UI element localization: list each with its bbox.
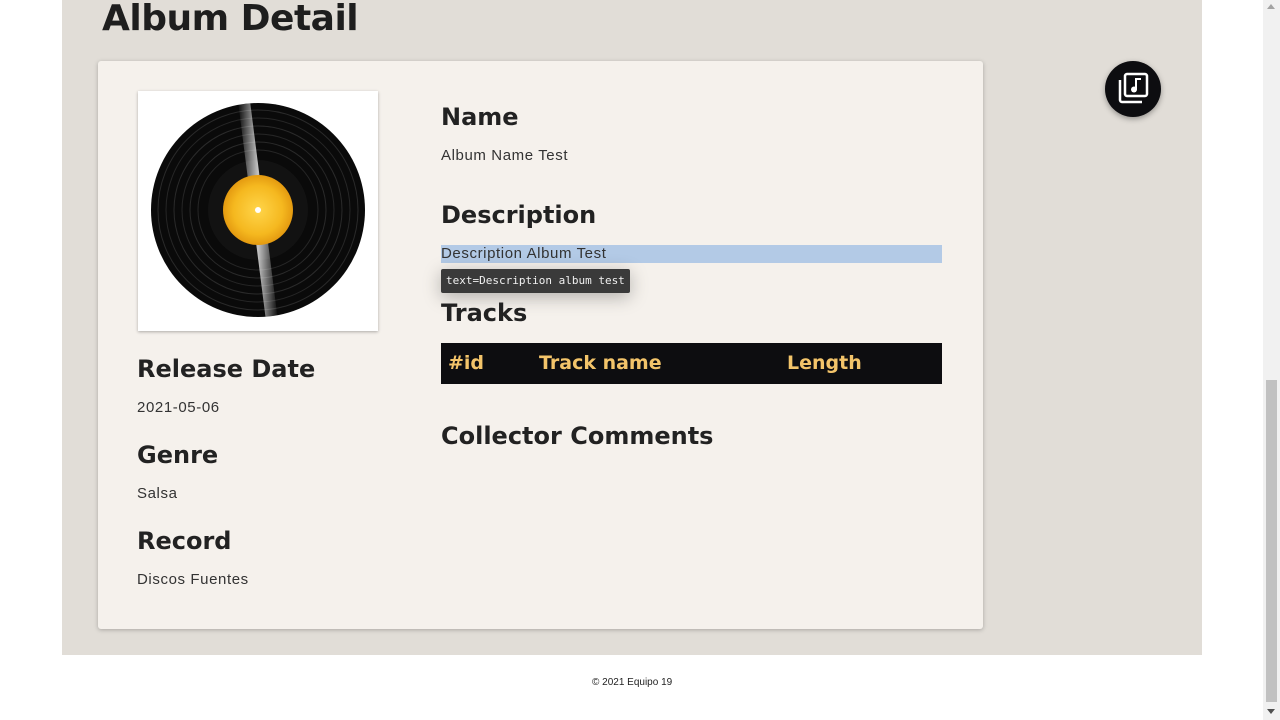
release-date-value: 2021-05-06	[137, 399, 220, 416]
page-title: Album Detail	[102, 0, 359, 39]
album-cover	[138, 91, 378, 331]
record-label: Record	[137, 527, 232, 555]
description-value: Description Album Test	[441, 245, 607, 262]
page-scrollbar[interactable]	[1263, 0, 1280, 720]
scroll-down-arrow-icon[interactable]	[1267, 709, 1275, 714]
tracks-label: Tracks	[441, 299, 528, 327]
column-length[interactable]: Length	[787, 343, 862, 384]
scrollbar-thumb[interactable]	[1266, 380, 1277, 702]
music-library-icon	[1118, 72, 1149, 104]
scroll-up-arrow-icon[interactable]	[1267, 4, 1275, 9]
tracks-table-header: #id Track name Length	[441, 343, 942, 384]
column-id[interactable]: #id	[448, 343, 484, 384]
collector-comments-label: Collector Comments	[441, 422, 714, 450]
genre-label: Genre	[137, 441, 219, 469]
release-date-label: Release Date	[137, 355, 316, 383]
vinyl-record-image	[151, 103, 365, 317]
name-value: Album Name Test	[441, 147, 569, 164]
description-label: Description	[441, 201, 597, 229]
column-track-name[interactable]: Track name	[539, 343, 662, 384]
footer-copyright: © 2021 Equipo 19	[592, 677, 673, 688]
locator-tooltip: text=Description album test	[441, 269, 630, 293]
record-value: Discos Fuentes	[137, 571, 249, 588]
name-label: Name	[441, 103, 519, 131]
genre-value: Salsa	[137, 485, 178, 502]
music-library-button[interactable]	[1105, 61, 1161, 117]
